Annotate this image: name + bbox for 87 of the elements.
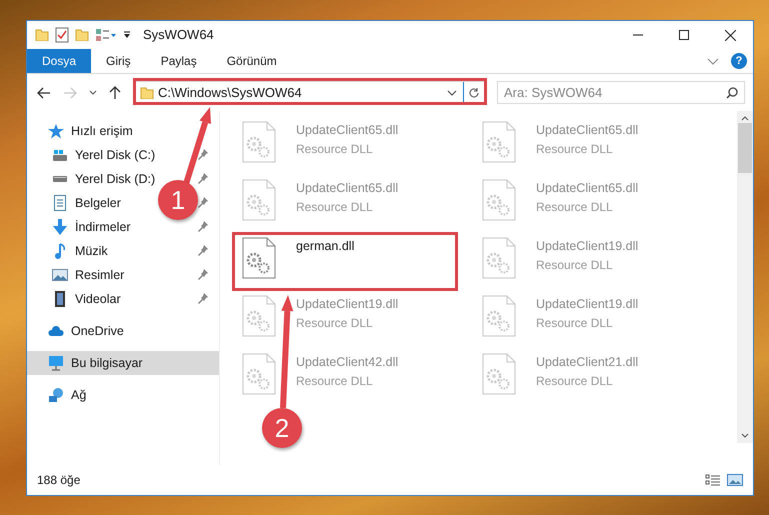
scrollbar-thumb[interactable] <box>738 123 752 173</box>
dll-file-icon <box>482 179 516 221</box>
file-name: UpdateClient65.dll <box>536 122 638 139</box>
expand-ribbon-icon[interactable] <box>707 58 719 64</box>
document-icon <box>54 195 66 211</box>
file-type: Resource DLL <box>296 314 374 332</box>
picture-icon <box>52 269 68 281</box>
file-name: UpdateClient65.dll <box>296 180 398 197</box>
address-field[interactable]: C:\Windows\SysWOW64 <box>133 81 485 104</box>
film-icon <box>55 291 65 307</box>
file-name: UpdateClient19.dll <box>536 238 638 255</box>
file-name: UpdateClient21.dll <box>536 354 638 371</box>
star-icon <box>48 124 64 138</box>
sidebar-item[interactable]: Belgeler <box>51 191 121 215</box>
dll-file-icon <box>242 237 276 279</box>
sidebar-item[interactable]: Resimler <box>51 263 124 287</box>
window-title: SysWOW64 <box>143 26 214 44</box>
dll-file-icon <box>242 295 276 337</box>
folder-icon[interactable] <box>75 29 89 41</box>
details-view-icon[interactable] <box>705 473 721 487</box>
dll-file-icon <box>242 121 276 163</box>
file-type: Resource DLL <box>536 256 614 274</box>
file-type: Resource DLL <box>536 372 614 390</box>
scroll-down-icon[interactable] <box>741 433 749 439</box>
refresh-icon <box>468 86 480 98</box>
pin-icon[interactable] <box>198 197 209 209</box>
ribbon-tab[interactable]: Görünüm <box>212 49 292 73</box>
drive-icon <box>52 150 68 160</box>
folder-icon <box>140 86 154 98</box>
file-type: Resource DLL <box>536 314 614 332</box>
folder-icon[interactable] <box>35 29 49 41</box>
dropdown-caret-icon[interactable] <box>447 90 457 96</box>
file-name: UpdateClient42.dll <box>296 354 398 371</box>
file-name: UpdateClient19.dll <box>536 296 638 313</box>
music-note-icon <box>55 243 65 259</box>
pin-icon[interactable] <box>198 245 209 257</box>
properties-icon[interactable] <box>95 28 117 42</box>
minimize-icon <box>633 34 643 36</box>
dll-file-icon <box>242 353 276 395</box>
item-count: 188 öğe <box>37 472 80 489</box>
file-name: german.dll <box>296 238 354 255</box>
file-name: UpdateClient19.dll <box>296 296 398 313</box>
pin-icon[interactable] <box>198 173 209 185</box>
scroll-up-icon[interactable] <box>741 115 749 121</box>
scrollbar[interactable] <box>737 111 753 443</box>
file-type: Resource DLL <box>296 372 374 390</box>
checklist-icon[interactable] <box>55 27 69 43</box>
help-icon[interactable]: ? <box>731 53 747 69</box>
ribbon-tab[interactable]: Paylaş <box>146 49 212 73</box>
file-name: UpdateClient65.dll <box>536 180 638 197</box>
pin-icon[interactable] <box>198 221 209 233</box>
download-arrow-icon <box>53 219 67 235</box>
file-name: UpdateClient65.dll <box>296 122 398 139</box>
file-type: Resource DLL <box>296 140 374 158</box>
search-field[interactable]: Ara: SysWOW64 <box>497 81 745 104</box>
pin-icon[interactable] <box>198 149 209 161</box>
file-type: Resource DLL <box>536 198 614 216</box>
close-icon <box>724 30 736 40</box>
pin-icon[interactable] <box>198 293 209 305</box>
file-type: Resource DLL <box>296 198 374 216</box>
sidebar-item[interactable]: İndirmeler <box>51 215 131 239</box>
ribbon-tab[interactable]: Giriş <box>91 49 146 73</box>
sidebar-item[interactable]: Hızlı erişim <box>27 119 219 143</box>
file-menu-button[interactable]: Dosya <box>27 49 92 73</box>
sidebar-item[interactable]: Videolar <box>51 287 121 311</box>
sidebar-item[interactable]: Yerel Disk (C:) <box>51 143 156 167</box>
file-item[interactable]: german.dll <box>238 235 358 281</box>
pin-icon[interactable] <box>198 269 209 281</box>
dll-file-icon <box>482 295 516 337</box>
large-icons-view-icon[interactable] <box>727 473 743 487</box>
search-icon <box>726 87 738 99</box>
network-icon <box>48 388 64 402</box>
sidebar-item[interactable]: Yerel Disk (D:) <box>51 167 156 191</box>
caret-icon[interactable] <box>123 31 131 39</box>
sidebar-item[interactable]: Müzik <box>51 239 108 263</box>
monitor-icon <box>48 355 64 371</box>
dll-file-icon <box>242 179 276 221</box>
dll-file-icon <box>482 353 516 395</box>
dll-file-icon <box>482 237 516 279</box>
sidebar-item[interactable]: Bu bilgisayar <box>27 351 219 375</box>
maximize-icon <box>679 30 689 40</box>
file-type: Resource DLL <box>536 140 614 158</box>
sidebar-item[interactable]: OneDrive <box>27 319 219 343</box>
drive-icon <box>52 176 68 182</box>
sidebar-item[interactable]: Ağ <box>27 383 219 407</box>
cloud-icon <box>48 326 64 336</box>
dll-file-icon <box>482 121 516 163</box>
